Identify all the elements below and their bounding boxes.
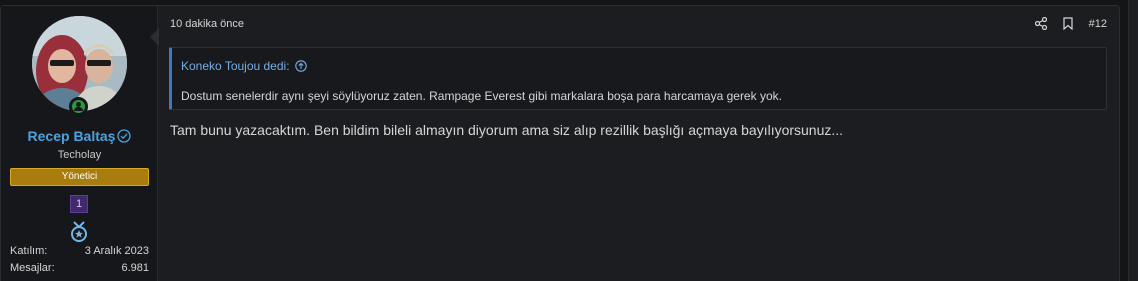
post-date[interactable]: 10 dakika önce [170, 18, 244, 30]
forum-post: Recep Baltaş Techolay Yönetici 1 Katılım… [0, 5, 1120, 281]
role-badge: Yönetici [10, 168, 149, 186]
user-info-panel: Recep Baltaş Techolay Yönetici 1 Katılım… [1, 6, 158, 281]
username-text[interactable]: Recep Baltaş [28, 128, 116, 144]
stat-value[interactable]: 6.981 [121, 262, 149, 274]
stat-label: Katılım: [10, 245, 48, 257]
level-badge: 1 [70, 195, 88, 213]
quote-text: Dostum senelerdir aynı şeyi söylüyoruz z… [181, 89, 782, 103]
quote-block: Koneko Toujou dedi: Dostum senelerdir ay… [169, 47, 1107, 110]
quote-header[interactable]: Koneko Toujou dedi: [181, 59, 307, 73]
message-panel: 10 dakika önce #12 Koneko Toujou dedi: D… [158, 6, 1119, 281]
online-status-icon [69, 97, 88, 116]
post-actions: #12 [1034, 17, 1107, 30]
bookmark-icon[interactable] [1063, 17, 1073, 30]
stat-value: 3 Aralık 2023 [84, 245, 149, 257]
message-body: Tam bunu yazacaktım. Ben bildim bileli a… [170, 122, 844, 138]
medal-icon[interactable] [69, 221, 89, 243]
user-title: Techolay [57, 149, 102, 161]
stat-row-joined: Katılım: 3 Aralık 2023 [10, 245, 149, 257]
stat-row-messages: Mesajlar: 6.981 [10, 262, 149, 274]
post-number-link[interactable]: #12 [1089, 18, 1107, 30]
scrollbar[interactable] [1128, 0, 1138, 281]
quote-author[interactable]: Koneko Toujou dedi: [181, 59, 290, 73]
verified-icon [117, 129, 132, 143]
stat-label: Mesajlar: [10, 262, 55, 274]
share-icon[interactable] [1034, 17, 1047, 30]
quote-link-icon[interactable] [294, 60, 307, 72]
username[interactable]: Recep Baltaş [1, 128, 158, 144]
